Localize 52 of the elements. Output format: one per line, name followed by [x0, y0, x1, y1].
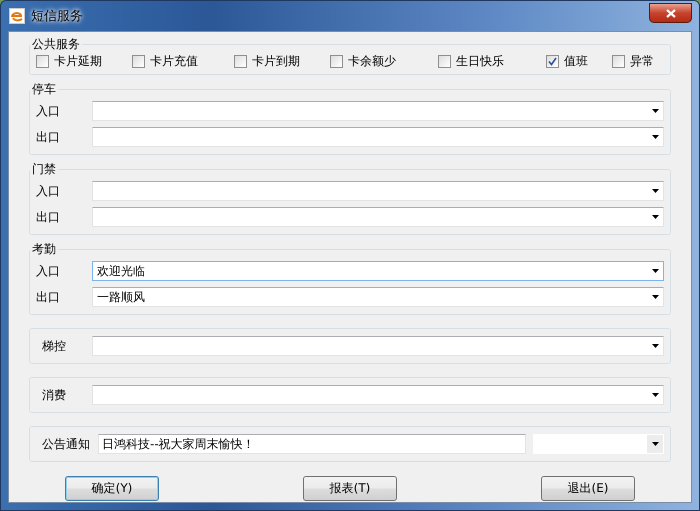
field-label: 出口 — [36, 208, 61, 226]
combo-box[interactable] — [92, 336, 664, 356]
group-title: 停车 — [31, 81, 57, 98]
dropdown-arrow-icon — [652, 109, 659, 113]
checkbox[interactable] — [546, 55, 559, 68]
checkbox[interactable] — [234, 55, 247, 68]
checkbox[interactable] — [438, 55, 451, 68]
dropdown-arrow-icon — [652, 295, 659, 299]
checkbox-label: 卡片到期 — [252, 53, 300, 70]
input-field[interactable]: 日鸿科技--祝大家周末愉快！ — [98, 434, 526, 454]
checkbox[interactable] — [612, 55, 625, 68]
checkbox-label: 异常 — [630, 53, 654, 70]
checkbox[interactable] — [36, 55, 49, 68]
combo-box[interactable] — [92, 207, 664, 227]
dropdown-arrow-icon — [652, 344, 659, 348]
dialog-button[interactable]: 报表(T) — [303, 476, 397, 501]
checkbox[interactable] — [330, 55, 343, 68]
group-title: 门禁 — [31, 161, 57, 178]
group-title: 公共服务 — [31, 36, 81, 53]
combo-box[interactable] — [92, 385, 664, 405]
checkbox[interactable] — [132, 55, 145, 68]
close-icon — [666, 8, 676, 18]
group-title: 考勤 — [31, 241, 57, 258]
field-label: 入口 — [36, 182, 61, 200]
dropdown-arrow-icon — [652, 269, 659, 273]
app-logo-icon — [9, 8, 25, 24]
field-label: 入口 — [36, 102, 61, 120]
checkbox-label: 卡余额少 — [348, 53, 396, 70]
checkbox-label: 值班 — [564, 53, 588, 70]
dialog-button[interactable]: 确定(Y) — [65, 476, 159, 501]
checkbox-label: 生日快乐 — [456, 53, 504, 70]
combo-box[interactable]: 一路顺风 — [92, 287, 664, 307]
combo-box[interactable] — [92, 181, 664, 201]
field-label: 消费 — [41, 386, 67, 404]
combo-box[interactable]: 欢迎光临 — [92, 261, 664, 281]
combo-box[interactable] — [92, 127, 664, 147]
close-button[interactable] — [649, 3, 692, 23]
checkbox-label: 卡片充值 — [150, 53, 198, 70]
field-label: 出口 — [36, 128, 61, 146]
field-label: 公告通知 — [41, 436, 91, 452]
dropdown-arrow-icon — [652, 393, 659, 397]
field-label: 入口 — [36, 262, 61, 280]
dropdown-arrow-icon — [652, 189, 659, 193]
dropdown-arrow-icon — [652, 215, 659, 219]
field-label: 梯控 — [41, 338, 67, 354]
checkbox-label: 卡片延期 — [54, 53, 102, 70]
dropdown-arrow-icon — [652, 135, 659, 139]
combo-box[interactable] — [92, 101, 664, 121]
dropdown-arrow-icon — [652, 442, 658, 446]
dialog-button[interactable]: 退出(E) — [541, 476, 635, 501]
field-label: 出口 — [36, 288, 61, 306]
window-title: 短信服务 — [31, 8, 83, 25]
